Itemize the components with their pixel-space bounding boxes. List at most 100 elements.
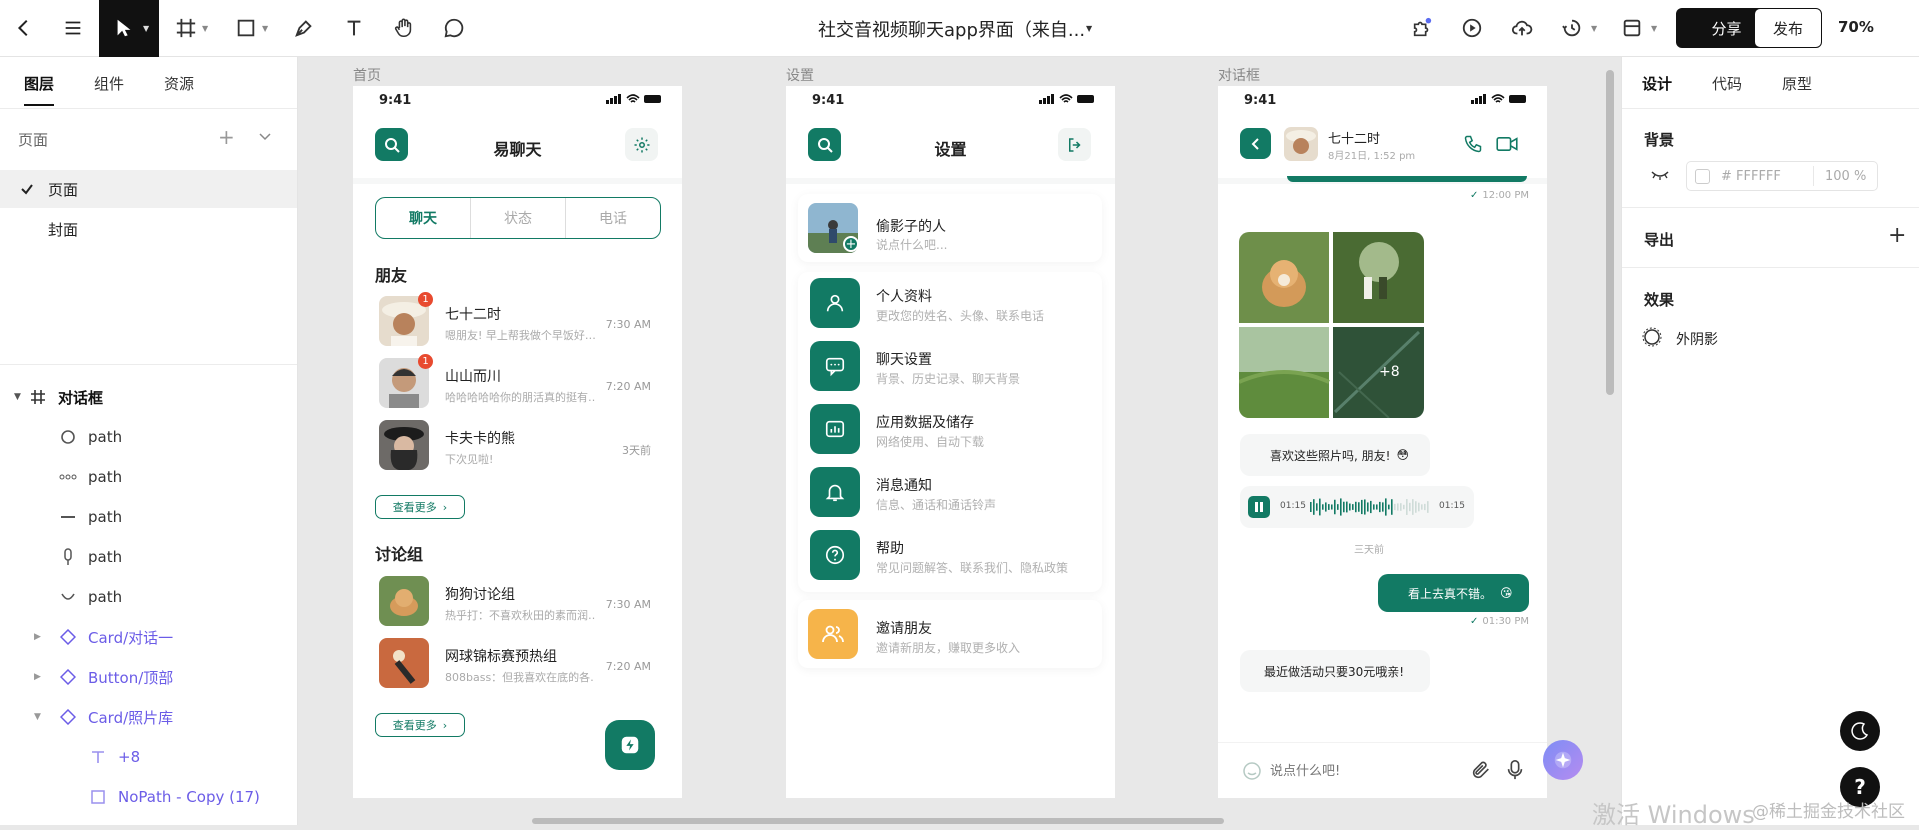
expand-right-icon[interactable]: ▶ xyxy=(34,672,41,682)
tab-prototype[interactable]: 原型 xyxy=(1782,73,1812,94)
component-layer-card-dialog[interactable]: ▶ Card/对话一 xyxy=(0,619,297,655)
view-more-friends-button[interactable]: 查看更多 › xyxy=(375,495,465,519)
video-icon[interactable] xyxy=(1496,136,1518,152)
back-button[interactable] xyxy=(1240,128,1271,159)
logout-button[interactable] xyxy=(1058,128,1091,161)
layer-row[interactable]: path xyxy=(0,579,297,615)
layer-row[interactable]: path xyxy=(0,419,297,455)
microphone-icon[interactable] xyxy=(1506,759,1524,781)
divider xyxy=(786,178,1115,184)
chevron-right-icon: › xyxy=(442,500,448,514)
frame-label-settings[interactable]: 设置 xyxy=(786,65,814,85)
theme-toggle-button[interactable] xyxy=(1840,711,1880,751)
view-more-label: 查看更多 xyxy=(392,501,437,514)
tab-design[interactable]: 设计 xyxy=(1642,73,1672,94)
phone-icon[interactable] xyxy=(1463,134,1483,154)
eye-closed-icon[interactable] xyxy=(1650,169,1670,181)
component-layer-button-top[interactable]: ▶ Button/顶部 xyxy=(0,659,297,695)
avatar xyxy=(379,638,429,688)
frame-icon[interactable] xyxy=(168,10,204,46)
group-item[interactable]: 狗狗讨论组 热乎打：不喜欢秋田的素而润… 7:30 AM xyxy=(375,572,663,632)
emoji-icon[interactable] xyxy=(1242,761,1262,781)
history-icon[interactable] xyxy=(1554,10,1590,46)
cursor-tool-button[interactable]: ▼ xyxy=(99,0,159,57)
play-icon[interactable] xyxy=(1454,10,1490,46)
color-opacity[interactable]: 100 % xyxy=(1825,169,1866,184)
quick-action-button[interactable] xyxy=(605,720,655,770)
invite-card[interactable]: 邀请朋友 邀请新朋友，赚取更多收入 xyxy=(798,600,1102,668)
add-page-icon[interactable]: + xyxy=(218,125,235,149)
hand-icon[interactable] xyxy=(386,10,422,46)
component-layer-card-gallery[interactable]: ▼ Card/照片库 xyxy=(0,699,297,735)
friend-item[interactable]: 卡夫卡的熊 下次见啦! 3天前 xyxy=(375,416,663,476)
message-input[interactable] xyxy=(1270,757,1450,785)
kiss-emoji-icon: 😘 xyxy=(1500,586,1513,600)
tab-status[interactable]: 状态 xyxy=(471,198,566,238)
settings-item-chat[interactable]: 聊天设置 背景、历史记录、聊天背景 xyxy=(810,337,1106,395)
expand-icon[interactable]: ▼ xyxy=(34,712,41,722)
photo-gallery[interactable]: +8 xyxy=(1239,232,1424,418)
unread-badge: 1 xyxy=(418,292,433,307)
page-item-page[interactable]: 页面 xyxy=(0,170,297,208)
friend-item[interactable]: 1 山山而川 哈哈哈哈哈你的朋活真的挺有… 7:20 AM xyxy=(375,354,663,414)
drop-shadow-label[interactable]: 外阴影 xyxy=(1676,329,1718,349)
dots-icon xyxy=(58,467,78,487)
voice-message[interactable]: 01:15 01:15 xyxy=(1240,486,1474,528)
settings-item-help[interactable]: 帮助 常见问题解答、联系我们、隐私政策 xyxy=(810,526,1106,584)
view-more-groups-button[interactable]: 查看更多 › xyxy=(375,713,465,737)
friend-item[interactable]: 1 七十二时 嗯朋友! 早上帮我做个早饭好… 7:30 AM xyxy=(375,292,663,352)
color-swatch[interactable] xyxy=(1695,169,1710,184)
message-time: ✓ 01:30 PM xyxy=(1469,616,1529,627)
color-hex[interactable]: # FFFFFF xyxy=(1721,169,1781,184)
plugin-icon[interactable] xyxy=(1404,10,1440,46)
friends-title: 朋友 xyxy=(375,266,408,285)
attachment-icon[interactable] xyxy=(1470,759,1492,781)
publish-button[interactable]: 发布 xyxy=(1754,8,1822,48)
layer-row-text[interactable]: +8 xyxy=(0,739,297,775)
horizontal-scrollbar[interactable] xyxy=(532,818,1224,824)
tab-code[interactable]: 代码 xyxy=(1712,73,1742,94)
text-icon[interactable] xyxy=(336,10,372,46)
back-icon[interactable] xyxy=(6,10,42,46)
document-title[interactable]: 社交音视频聊天app界面（来自... xyxy=(818,16,1085,42)
tab-assets[interactable]: 资源 xyxy=(164,73,194,94)
layer-row[interactable]: path xyxy=(0,459,297,495)
tab-components[interactable]: 组件 xyxy=(94,73,124,94)
shadow-icon[interactable] xyxy=(1642,327,1662,347)
add-export-icon[interactable]: + xyxy=(1888,223,1906,248)
menu-icon[interactable] xyxy=(55,10,91,46)
settings-item-notifications[interactable]: 消息通知 信息、通话和通话铃声 xyxy=(810,463,1106,521)
frame-label-dialog[interactable]: 对话框 xyxy=(1218,65,1260,85)
frame-layer[interactable]: ▼ 对话框 xyxy=(0,379,297,415)
pause-icon[interactable] xyxy=(1248,496,1270,518)
group-item[interactable]: 网球锦标赛预热组 808bass：但我喜欢在底的各… 7:20 AM xyxy=(375,634,663,694)
profile-card[interactable]: + 偷影子的人 说点什么吧... xyxy=(798,194,1102,262)
pen-icon[interactable] xyxy=(286,10,322,46)
expand-right-icon[interactable]: ▶ xyxy=(34,632,41,642)
tab-calls[interactable]: 电话 xyxy=(566,198,660,238)
add-photo-icon[interactable]: + xyxy=(843,236,859,252)
layout-icon[interactable] xyxy=(1614,10,1650,46)
rectangle-icon[interactable] xyxy=(228,10,264,46)
home-tabs: 聊天 状态 电话 xyxy=(375,197,661,239)
tab-layers[interactable]: 图层 xyxy=(24,73,55,106)
comment-icon[interactable] xyxy=(436,10,472,46)
background-color-field[interactable]: # FFFFFF 100 % xyxy=(1686,161,1878,191)
layer-row[interactable]: path xyxy=(0,539,297,575)
layer-row[interactable]: path xyxy=(0,499,297,535)
settings-item-name: 聊天设置 xyxy=(876,352,932,368)
settings-item-data[interactable]: 应用数据及储存 网络使用、自动下载 xyxy=(810,400,1106,458)
chevron-down-icon[interactable] xyxy=(258,129,272,143)
zoom-level[interactable]: 70% xyxy=(1838,18,1874,36)
waveform-icon xyxy=(1310,498,1429,516)
tab-chat[interactable]: 聊天 xyxy=(376,198,471,238)
page-item-cover[interactable]: 封面 xyxy=(0,210,297,248)
layer-row-rect[interactable]: NoPath - Copy (17) xyxy=(0,779,297,815)
vertical-scrollbar[interactable] xyxy=(1606,70,1614,395)
ai-assistant-button[interactable] xyxy=(1543,740,1583,780)
frame-label-home[interactable]: 首页 xyxy=(353,65,381,85)
settings-button[interactable] xyxy=(625,128,658,161)
expand-icon[interactable]: ▼ xyxy=(14,392,21,402)
upload-icon[interactable] xyxy=(1504,10,1540,46)
settings-item-profile[interactable]: 个人资料 更改您的姓名、头像、联系电话 xyxy=(810,274,1106,332)
